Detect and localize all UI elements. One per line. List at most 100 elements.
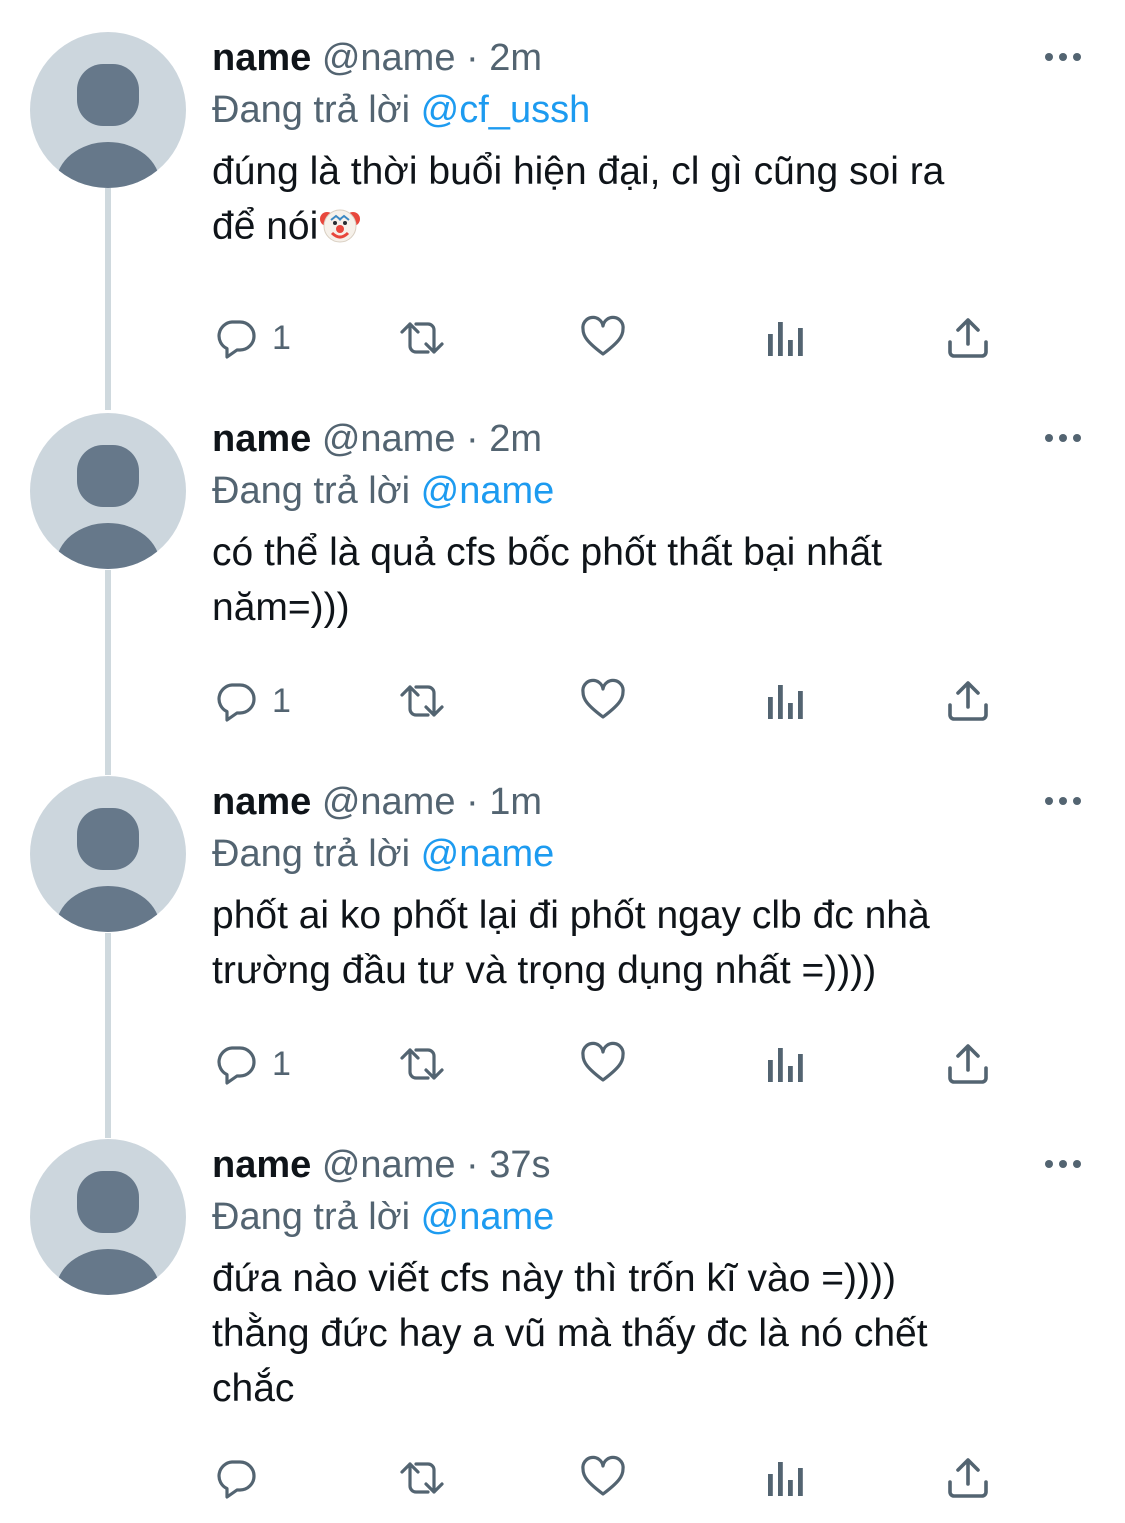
replying-to: Đang trả lời @name xyxy=(212,1191,1072,1243)
avatar[interactable] xyxy=(30,413,186,569)
reply-button[interactable]: 1 xyxy=(212,671,291,731)
reply-icon xyxy=(217,1460,256,1499)
share-icon xyxy=(948,1458,988,1498)
separator-dot: · xyxy=(466,37,479,79)
tweet[interactable]: name @name · 2m Đang trả lời @name có th… xyxy=(0,413,1125,743)
reply-icon xyxy=(217,1046,256,1085)
retweet-button[interactable] xyxy=(392,671,452,731)
tweet[interactable]: name @name · 1m Đang trả lời @name phốt … xyxy=(0,776,1125,1106)
more-icon[interactable] xyxy=(1043,50,1083,64)
tweet-text: phốt ai ko phốt lại đi phốt ngay clb đc … xyxy=(212,894,930,992)
display-name[interactable]: name xyxy=(212,418,311,460)
mention-link[interactable]: @cf_ussh xyxy=(421,89,591,131)
user-handle[interactable]: @name xyxy=(322,1144,456,1186)
tweet-content: name @name · 1m Đang trả lời @name phốt … xyxy=(212,776,1072,998)
reply-count: 1 xyxy=(272,1044,291,1083)
retweet-icon xyxy=(400,685,444,717)
replying-to-label: Đang trả lời xyxy=(212,1196,411,1238)
separator-dot: · xyxy=(466,418,479,460)
replying-to-label: Đang trả lời xyxy=(212,89,411,131)
display-name[interactable]: name xyxy=(212,37,311,79)
tweet[interactable]: name @name · 2m Đang trả lời @cf_ussh đú… xyxy=(0,32,1125,372)
separator-dot: · xyxy=(466,781,479,823)
like-button[interactable] xyxy=(578,1034,628,1094)
reply-count: 1 xyxy=(272,681,291,720)
default-avatar-icon xyxy=(56,445,160,569)
display-name[interactable]: name xyxy=(212,1144,311,1186)
tweet-text: có thể là quả cfs bốc phốt thất bại nhất… xyxy=(212,531,882,629)
tweet-header: name @name · 37s xyxy=(212,1139,1072,1191)
share-button[interactable] xyxy=(944,1034,992,1094)
views-icon xyxy=(768,1462,803,1496)
tweet-text: đứa nào viết cfs này thì trốn kĩ vào =))… xyxy=(212,1257,928,1410)
avatar[interactable] xyxy=(30,32,186,188)
tweet-text: đúng là thời buổi hiện đại, cl gì cũng s… xyxy=(212,144,1072,254)
views-icon xyxy=(768,1048,803,1082)
more-icon[interactable] xyxy=(1043,794,1083,808)
retweet-icon xyxy=(400,1462,444,1494)
reply-count: 1 xyxy=(272,318,291,357)
default-avatar-icon xyxy=(56,64,160,188)
share-button[interactable] xyxy=(944,671,992,731)
tweet-header: name @name · 2m xyxy=(212,32,1072,84)
default-avatar-icon xyxy=(56,808,160,932)
user-handle[interactable]: @name xyxy=(322,418,456,460)
views-icon xyxy=(768,685,803,719)
user-handle[interactable]: @name xyxy=(322,37,456,79)
tweet-actions: 1 xyxy=(212,671,1012,731)
user-handle[interactable]: @name xyxy=(322,781,456,823)
share-button[interactable] xyxy=(944,1448,992,1508)
timestamp[interactable]: 2m xyxy=(489,37,542,79)
tweet-content: name @name · 2m Đang trả lời @cf_ussh đú… xyxy=(212,32,1072,254)
like-icon xyxy=(581,678,625,719)
retweet-button[interactable] xyxy=(392,308,452,368)
avatar[interactable] xyxy=(30,1139,186,1295)
tweet-content: name @name · 37s Đang trả lời @name đứa … xyxy=(212,1139,1072,1416)
share-icon xyxy=(948,318,988,358)
retweet-button[interactable] xyxy=(392,1034,452,1094)
reply-button[interactable] xyxy=(212,1448,272,1508)
retweet-icon xyxy=(400,1048,444,1080)
mention-link[interactable]: @name xyxy=(421,470,555,512)
views-button[interactable] xyxy=(764,1034,808,1094)
default-avatar-icon xyxy=(56,1171,160,1295)
retweet-icon xyxy=(400,322,444,354)
reply-icon xyxy=(217,683,256,722)
mention-link[interactable]: @name xyxy=(421,1196,555,1238)
mention-link[interactable]: @name xyxy=(421,833,555,875)
replying-to: Đang trả lời @cf_ussh xyxy=(212,84,1072,136)
timestamp[interactable]: 1m xyxy=(489,781,542,823)
like-icon xyxy=(581,1041,625,1082)
separator-dot: · xyxy=(466,1144,479,1186)
share-button[interactable] xyxy=(944,308,992,368)
more-icon[interactable] xyxy=(1043,431,1083,445)
like-button[interactable] xyxy=(578,1448,628,1508)
tweet-header: name @name · 2m xyxy=(212,413,1072,465)
share-icon xyxy=(948,681,988,721)
timestamp[interactable]: 37s xyxy=(489,1144,550,1186)
share-icon xyxy=(948,1044,988,1084)
timestamp[interactable]: 2m xyxy=(489,418,542,460)
replying-to: Đang trả lời @name xyxy=(212,828,1072,880)
avatar[interactable] xyxy=(30,776,186,932)
views-icon xyxy=(768,322,803,356)
replying-to-label: Đang trả lời xyxy=(212,833,411,875)
like-button[interactable] xyxy=(578,308,628,368)
tweet-header: name @name · 1m xyxy=(212,776,1072,828)
views-button[interactable] xyxy=(764,308,808,368)
tweet-actions xyxy=(212,1448,1012,1508)
more-icon[interactable] xyxy=(1043,1157,1083,1171)
tweet[interactable]: name @name · 37s Đang trả lời @name đứa … xyxy=(0,1139,1125,1523)
retweet-button[interactable] xyxy=(392,1448,452,1508)
like-icon xyxy=(581,1455,625,1496)
reply-button[interactable]: 1 xyxy=(212,1034,291,1094)
replying-to: Đang trả lời @name xyxy=(212,465,1072,517)
views-button[interactable] xyxy=(764,1448,808,1508)
like-icon xyxy=(581,315,625,356)
like-button[interactable] xyxy=(578,671,628,731)
views-button[interactable] xyxy=(764,671,808,731)
tweet-content: name @name · 2m Đang trả lời @name có th… xyxy=(212,413,1072,635)
reply-button[interactable]: 1 xyxy=(212,308,291,368)
display-name[interactable]: name xyxy=(212,781,311,823)
replying-to-label: Đang trả lời xyxy=(212,470,411,512)
